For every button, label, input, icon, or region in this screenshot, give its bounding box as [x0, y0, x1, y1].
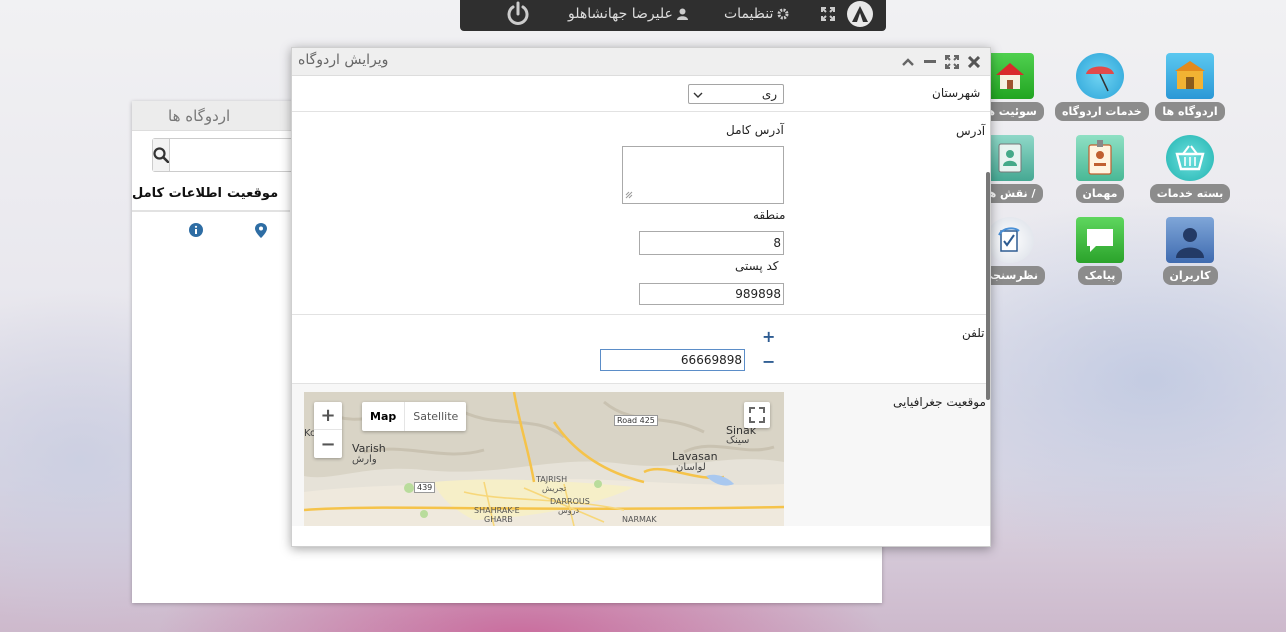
phone-input[interactable]: 66669898	[600, 349, 745, 371]
desktop-icon-camp-services[interactable]: خدمات اردوگاه	[1055, 53, 1149, 121]
umbrella-icon	[1076, 53, 1124, 99]
city-label: شهرستان	[932, 86, 981, 100]
map-label-lavasan-fa: لواسان	[676, 462, 706, 473]
desktop-icon-users[interactable]: کاربران	[1145, 217, 1235, 285]
dialog-header: ویرایش اردوگاه	[292, 48, 990, 76]
geo-location-label: موقعیت جغرافیایی	[893, 395, 986, 409]
desktop-label-guest: مهمان	[1075, 184, 1125, 203]
city-select-value: ری	[761, 87, 777, 101]
collapse-icon[interactable]	[900, 54, 916, 70]
map-label-tajrish-fa: تجریش	[542, 484, 567, 493]
phone-value: 66669898	[680, 353, 742, 367]
id-badge-icon	[1076, 135, 1124, 181]
map-label-darrous-en: DARROUS	[550, 497, 590, 506]
map-zoom-control: + −	[314, 402, 342, 458]
search-icon	[153, 147, 169, 163]
row-divider	[292, 314, 990, 315]
basket-icon	[1166, 135, 1214, 181]
fullscreen-icon	[749, 407, 765, 423]
map-label-tajrish-en: TAJRISH	[536, 475, 568, 484]
message-icon	[1076, 217, 1124, 263]
dialog-controls	[900, 54, 982, 70]
close-icon[interactable]	[966, 54, 982, 70]
house-icon	[986, 53, 1034, 99]
map-label-varish-fa: وارش	[352, 454, 377, 465]
postal-code-value: 989898	[735, 287, 781, 301]
resize-handle-icon[interactable]	[625, 188, 633, 202]
desktop-label-sms: پیامک	[1077, 266, 1123, 285]
maximize-icon[interactable]	[944, 54, 960, 70]
map-label-shahrak-en: SHAHRAK-E	[474, 506, 520, 515]
desktop-icon-service-packages[interactable]: بسته خدمات	[1145, 135, 1235, 203]
desktop-icon-camps[interactable]: اردوگاه ها	[1145, 53, 1235, 121]
map-type-satellite-button[interactable]: Satellite	[405, 402, 466, 431]
settings-label: تنظیمات	[724, 6, 774, 22]
region-input[interactable]: 8	[639, 231, 784, 255]
desktop-label-camp-services: خدمات اردوگاه	[1055, 102, 1149, 121]
postal-code-input[interactable]: 989898	[639, 283, 784, 305]
region-label: منطقه	[753, 208, 786, 222]
map-label-gharb-en: GHARB	[484, 515, 513, 524]
row-divider	[292, 111, 990, 112]
fullscreen-icon[interactable]	[821, 0, 835, 28]
dialog-scrollbar[interactable]	[986, 172, 990, 400]
camp-icon	[1166, 53, 1214, 99]
postal-code-label: کد پستی	[735, 259, 779, 273]
info-icon[interactable]	[189, 223, 203, 240]
desktop-label-camps: اردوگاه ها	[1155, 102, 1225, 121]
address-label: آدرس	[956, 124, 986, 138]
region-value: 8	[773, 236, 781, 250]
zoom-out-button[interactable]: −	[314, 430, 342, 458]
map-label-sinak-fa: سینک	[726, 435, 750, 446]
settings-menu[interactable]: تنظیمات	[724, 0, 789, 28]
survey-icon	[986, 217, 1034, 263]
desktop-icon-sms[interactable]: پیامک	[1055, 217, 1145, 285]
dialog-body: شهرستان ری آدرس آدرس کامل منطقه 8 کد پست…	[292, 77, 990, 526]
search-button[interactable]	[153, 139, 170, 171]
map-type-map-button[interactable]: Map	[362, 402, 406, 431]
road-sign-439: 439	[414, 482, 436, 493]
power-icon[interactable]	[504, 0, 532, 28]
map-type-control: Map Satellite	[362, 402, 467, 431]
map-fullscreen-button[interactable]	[744, 402, 770, 428]
chevron-down-icon	[693, 88, 703, 102]
user-name: علیرضا جهانشاهلو	[568, 6, 673, 22]
dialog-title: ویرایش اردوگاه	[298, 52, 389, 68]
road-sign-425: Road 425	[614, 415, 658, 426]
user-menu[interactable]: علیرضا جهانشاهلو	[568, 0, 688, 28]
zoom-in-button[interactable]: +	[314, 402, 342, 430]
city-select[interactable]: ری	[688, 84, 784, 104]
role-icon	[986, 135, 1034, 181]
minimize-icon[interactable]	[922, 54, 938, 70]
user-icon	[676, 8, 688, 20]
top-bar: علیرضا جهانشاهلو تنظیمات	[460, 0, 886, 31]
column-full-info[interactable]: اطلاعات کامل	[132, 186, 222, 201]
gear-icon	[777, 8, 789, 20]
user-icon	[1166, 217, 1214, 263]
column-location[interactable]: موقعیت	[227, 186, 278, 201]
header-divider	[132, 210, 290, 212]
tent-logo-icon[interactable]	[846, 0, 874, 28]
map-label-narmak-en: NARMAK	[622, 515, 657, 524]
add-phone-icon[interactable]: +	[762, 327, 775, 346]
map-label-darrous-fa: دروس	[558, 506, 580, 515]
full-address-textarea[interactable]	[622, 146, 784, 204]
desktop-icon-guest[interactable]: مهمان	[1055, 135, 1145, 203]
full-address-label: آدرس کامل	[726, 123, 784, 137]
phone-label: تلفن	[962, 326, 985, 340]
remove-phone-icon[interactable]: −	[762, 352, 775, 371]
desktop-label-users: کاربران	[1162, 266, 1218, 285]
map-view[interactable]: Ko Varish وارش Road 425 Sinak سینک Lavas…	[304, 392, 784, 526]
desktop-label-service-packages: بسته خدمات	[1149, 184, 1231, 203]
map-marker-icon[interactable]	[255, 223, 267, 241]
camps-list-title: اردوگاه ها	[168, 107, 231, 125]
edit-camp-dialog: ویرایش اردوگاه شهرستان ری آدرس آدرس کامل…	[291, 47, 991, 547]
